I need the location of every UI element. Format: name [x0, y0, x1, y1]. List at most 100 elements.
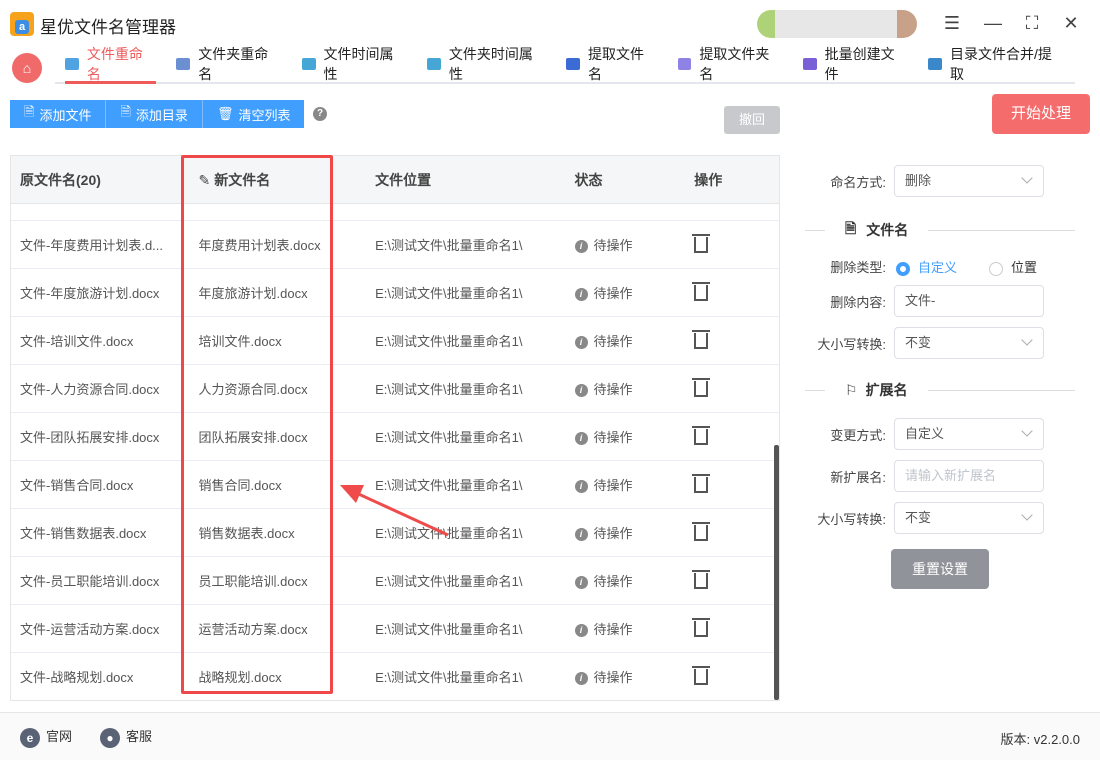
home-button[interactable]: ⌂	[12, 53, 42, 83]
tab-label: 文件重命名	[86, 46, 143, 82]
status-label: 待操作	[593, 238, 633, 253]
section-title-filename: 文件名	[866, 222, 909, 238]
minimize-icon[interactable]: —	[980, 10, 1006, 36]
new-name: 运营活动方案.docx	[198, 622, 308, 637]
status: i 待操作	[565, 283, 685, 302]
tab-label: 文件夹时间属性	[448, 46, 533, 82]
website-link[interactable]: e 官网	[20, 726, 72, 748]
status: i 待操作	[565, 667, 685, 686]
tab-dir-merge[interactable]: 目录文件合并/提取	[918, 46, 1075, 82]
delete-content-input[interactable]: 文件-	[894, 285, 1044, 317]
delete-row-icon[interactable]	[692, 521, 711, 541]
file-location: E:\测试文件\批量重命名1\	[375, 238, 523, 253]
info-icon: i	[574, 288, 588, 302]
app-title: 星优文件名管理器	[40, 18, 176, 37]
tab-extract-foldername[interactable]: 提取文件夹名	[668, 46, 793, 82]
tab-file-rename[interactable]: 文件重命名	[55, 46, 166, 84]
delete-row-icon[interactable]	[692, 617, 711, 637]
select-value: 自定义	[905, 426, 945, 441]
file-icon: 🗎	[24, 104, 35, 119]
tab-label: 文件夹重命名	[198, 46, 269, 82]
actions	[684, 377, 779, 400]
tab-folder-time[interactable]: 文件夹时间属性	[417, 46, 556, 82]
add-file-button[interactable]: 🗎 添加文件	[10, 100, 107, 128]
app-logo: a	[10, 12, 34, 36]
info-icon: i	[574, 336, 588, 350]
version-text: 版本: v2.2.0.0	[1000, 732, 1080, 747]
table-row[interactable]: 文件-培训文件.docx 培训文件.docx E:\测试文件\批量重命名1\ i…	[11, 317, 779, 365]
delete-row-icon[interactable]	[692, 665, 711, 685]
user-avatar[interactable]	[757, 10, 917, 38]
button-label: 添加文件	[39, 107, 92, 123]
section-title-extension: 扩展名	[865, 382, 908, 398]
divider	[805, 229, 825, 231]
info-icon: i	[574, 432, 588, 446]
add-directory-button[interactable]: 🗎 添加目录	[106, 100, 203, 128]
delete-row-icon[interactable]	[692, 425, 711, 445]
radio-position[interactable]: 位置	[989, 257, 1037, 276]
delete-type-label: 删除类型:	[830, 260, 886, 275]
help-icon[interactable]: ?	[313, 107, 327, 121]
file-location: E:\测试文件\批量重命名1\	[375, 670, 523, 685]
settings-icon[interactable]: ☰	[939, 10, 965, 36]
tab-folder-rename[interactable]: 文件夹重命名	[166, 46, 291, 82]
delete-row-icon[interactable]	[692, 233, 711, 253]
delete-row-icon[interactable]	[692, 281, 711, 301]
table-row[interactable]: 文件-团队拓展安排.docx 团队拓展安排.docx E:\测试文件\批量重命名…	[11, 413, 779, 461]
table-row[interactable]: 文件-战略规划.docx 战略规划.docx E:\测试文件\批量重命名1\ i…	[11, 653, 779, 700]
new-name: 年度旅游计划.docx	[198, 286, 308, 301]
header-actions: 操作	[694, 171, 723, 188]
table-row[interactable]: 文件-年度旅游计划.docx 年度旅游计划.docx E:\测试文件\批量重命名…	[11, 269, 779, 317]
delete-content-label: 删除内容:	[830, 294, 886, 310]
home-icon: ⌂	[22, 60, 32, 76]
delete-row-icon[interactable]	[692, 473, 711, 493]
undo-button[interactable]: 撤回	[724, 106, 780, 134]
table-row[interactable]: 文件-运营活动方案.docx 运营活动方案.docx E:\测试文件\批量重命名…	[11, 605, 779, 653]
edit-icon: ✎	[198, 171, 211, 188]
ext-case-select[interactable]: 不变	[894, 502, 1044, 534]
tab-batch-create[interactable]: 批量创建文件	[793, 46, 918, 82]
table-row[interactable]: 文件-人力资源合同.docx 人力资源合同.docx E:\测试文件\批量重命名…	[11, 365, 779, 413]
tab-extract-filename[interactable]: 提取文件名	[556, 46, 667, 82]
table-row[interactable]: 文件-年度费用计划表.d... 年度费用计划表.docx E:\测试文件\批量重…	[11, 221, 779, 269]
naming-mode-select[interactable]: 删除	[894, 165, 1044, 197]
tab-label: 提取文件夹名	[699, 46, 770, 82]
support-link[interactable]: ● 客服	[100, 726, 152, 748]
status-label: 待操作	[593, 622, 633, 637]
delete-row-icon[interactable]	[692, 377, 711, 397]
clear-list-button[interactable]: 🗑 清空列表	[202, 100, 305, 128]
file-location: E:\测试文件\批量重命名1\	[375, 622, 523, 637]
actions	[684, 425, 779, 448]
original-name: 文件-团队拓展安排.docx	[20, 430, 160, 445]
close-icon[interactable]: ✕	[1058, 10, 1084, 36]
tab-file-time[interactable]: 文件时间属性	[292, 46, 417, 82]
status-label: 待操作	[593, 334, 633, 349]
maximize-icon[interactable]: ⛶	[1019, 10, 1045, 36]
new-name: 员工职能培训.docx	[198, 574, 308, 589]
delete-row-icon[interactable]	[692, 569, 711, 589]
change-mode-select[interactable]: 自定义	[894, 418, 1044, 450]
case-select[interactable]: 不变	[894, 327, 1044, 359]
status: i 待操作	[565, 331, 685, 350]
new-name: 人力资源合同.docx	[198, 382, 308, 397]
delete-row-icon[interactable]	[692, 329, 711, 349]
original-name: 文件-人力资源合同.docx	[20, 382, 160, 397]
file-icon: 🗎	[845, 220, 857, 236]
settings-panel: 命名方式: 删除 🗎 文件名 删除类型: 自定义 位置 删除内容: 文件- 大小写转换…	[790, 155, 1090, 701]
file-table: 原文件名(20) ✎ 新文件名 文件位置 状态 操作 文件-年度费用计划表.d..…	[10, 155, 780, 701]
status: i 待操作	[565, 379, 685, 398]
reset-settings-button[interactable]: 重置设置	[891, 549, 989, 589]
original-name: 文件-培训文件.docx	[20, 334, 134, 349]
table-scrollbar[interactable]	[774, 445, 779, 700]
start-processing-button[interactable]: 开始处理	[992, 94, 1090, 134]
table-row[interactable]: 文件-员工职能培训.docx 员工职能培训.docx E:\测试文件\批量重命名…	[11, 557, 779, 605]
naming-mode-label: 命名方式:	[830, 174, 886, 190]
partial-row	[11, 204, 779, 221]
change-mode-label: 变更方式:	[830, 427, 886, 443]
radio-custom[interactable]: 自定义	[896, 257, 957, 276]
dir-merge-icon	[928, 58, 942, 70]
chevron-down-icon	[1021, 425, 1033, 437]
new-name: 年度费用计划表.docx	[198, 238, 321, 253]
new-ext-input[interactable]: 请输入新扩展名	[894, 460, 1044, 492]
select-value: 不变	[905, 510, 932, 525]
